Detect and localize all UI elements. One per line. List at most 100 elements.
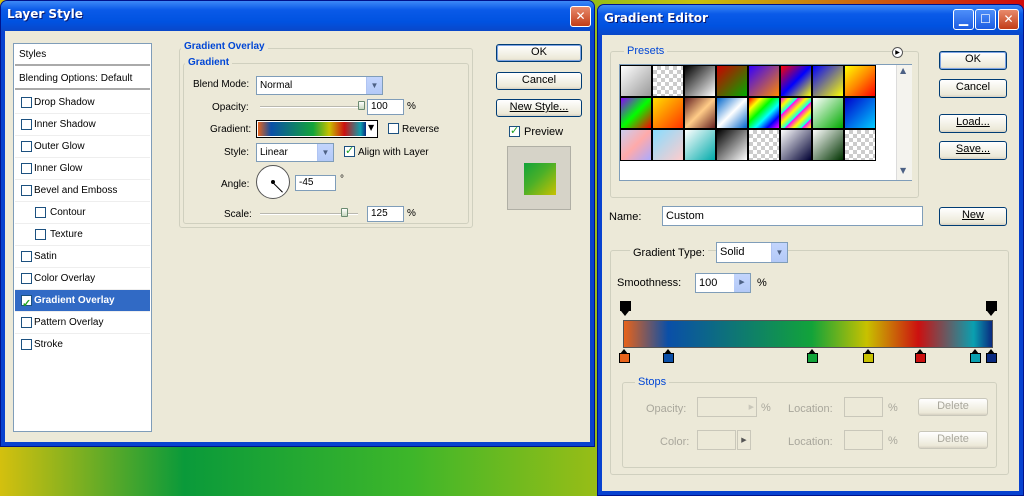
style-bevel-emboss[interactable]: Bevel and Emboss: [15, 180, 150, 202]
close-icon[interactable]: ✕: [998, 9, 1019, 30]
inner-glow-checkbox[interactable]: [21, 163, 32, 174]
ok-button[interactable]: OK: [496, 44, 582, 62]
texture-checkbox[interactable]: [35, 229, 46, 240]
preset-swatch[interactable]: [780, 65, 812, 97]
preset-swatch[interactable]: [812, 65, 844, 97]
preset-swatch[interactable]: [652, 97, 684, 129]
presets-scrollbar[interactable]: ▲ ▼: [896, 65, 912, 180]
preset-swatch[interactable]: [652, 129, 684, 161]
style-contour[interactable]: Contour: [15, 202, 150, 224]
style-color-overlay[interactable]: Color Overlay: [15, 268, 150, 290]
color-stop[interactable]: [915, 349, 926, 363]
preset-swatch[interactable]: [844, 65, 876, 97]
style-texture[interactable]: Texture: [15, 224, 150, 246]
angle-dial[interactable]: [256, 165, 290, 199]
opacity-slider[interactable]: [260, 106, 362, 108]
preset-swatch[interactable]: [684, 129, 716, 161]
scale-input[interactable]: 125: [367, 206, 404, 222]
styles-header[interactable]: Styles: [15, 44, 150, 66]
new-button[interactable]: New: [939, 207, 1007, 226]
color-stop[interactable]: [807, 349, 818, 363]
satin-checkbox[interactable]: [21, 251, 32, 262]
chevron-down-icon[interactable]: ▼: [317, 144, 333, 161]
angle-input[interactable]: -45: [295, 175, 336, 191]
style-inner-shadow[interactable]: Inner Shadow: [15, 114, 150, 136]
close-icon[interactable]: ✕: [570, 6, 591, 27]
color-stop[interactable]: [863, 349, 874, 363]
preset-swatch[interactable]: [844, 129, 876, 161]
drop-shadow-checkbox[interactable]: [21, 97, 32, 108]
scale-slider-thumb[interactable]: [341, 208, 349, 217]
preset-swatch[interactable]: [748, 65, 780, 97]
maximize-icon[interactable]: ☐: [975, 9, 996, 30]
opacity-input[interactable]: 100: [367, 99, 404, 115]
preset-swatch[interactable]: [780, 97, 812, 129]
preset-swatch[interactable]: [716, 65, 748, 97]
preset-swatch[interactable]: [652, 65, 684, 97]
color-stop[interactable]: [663, 349, 674, 363]
style-stroke[interactable]: Stroke: [15, 334, 150, 356]
chevron-down-icon[interactable]: ▼: [366, 77, 382, 94]
chevron-down-icon[interactable]: ▼: [771, 243, 787, 262]
preset-swatch[interactable]: [684, 97, 716, 129]
preset-swatch[interactable]: [812, 129, 844, 161]
minimize-icon[interactable]: ▁: [953, 9, 974, 30]
opacity-stop-right[interactable]: [986, 301, 997, 316]
smoothness-arrow-icon[interactable]: ▶: [734, 274, 750, 292]
preset-swatch[interactable]: [812, 97, 844, 129]
preset-swatch[interactable]: [620, 65, 652, 97]
scroll-up-icon[interactable]: ▲: [900, 66, 906, 75]
cancel-button[interactable]: Cancel: [496, 72, 582, 90]
inner-shadow-checkbox[interactable]: [21, 119, 32, 130]
color-stop[interactable]: [970, 349, 981, 363]
align-with-layer-checkbox[interactable]: [344, 144, 355, 157]
pattern-overlay-checkbox[interactable]: [21, 317, 32, 328]
style-drop-shadow[interactable]: Drop Shadow: [15, 92, 150, 114]
color-stop[interactable]: [619, 349, 630, 363]
reverse-checkbox[interactable]: [388, 123, 399, 134]
layer-style-titlebar[interactable]: Layer Style ✕: [1, 1, 594, 31]
opacity-slider-thumb[interactable]: [358, 101, 365, 110]
blending-options[interactable]: Blending Options: Default: [15, 68, 150, 90]
color-overlay-checkbox[interactable]: [21, 273, 32, 284]
new-style-button[interactable]: New Style...: [496, 99, 582, 117]
preset-swatch[interactable]: [620, 129, 652, 161]
style-outer-glow[interactable]: Outer Glow: [15, 136, 150, 158]
contour-checkbox[interactable]: [35, 207, 46, 218]
preset-swatch[interactable]: [716, 129, 748, 161]
gradient-type-select[interactable]: Solid ▼: [716, 242, 788, 263]
save-button[interactable]: Save...: [939, 141, 1007, 160]
blend-mode-select[interactable]: Normal ▼: [256, 76, 383, 95]
ok-button[interactable]: OK: [939, 51, 1007, 70]
preset-swatch[interactable]: [844, 97, 876, 129]
gradient-editor-titlebar[interactable]: Gradient Editor ▁ ☐ ✕: [598, 5, 1023, 35]
gradient-picker[interactable]: ▼: [256, 120, 378, 138]
preset-swatch[interactable]: [780, 129, 812, 161]
color-stop[interactable]: [986, 349, 997, 363]
preset-swatch[interactable]: [748, 97, 780, 129]
preset-swatch[interactable]: [748, 129, 780, 161]
style-inner-glow[interactable]: Inner Glow: [15, 158, 150, 180]
style-pattern-overlay[interactable]: Pattern Overlay: [15, 312, 150, 334]
outer-glow-checkbox[interactable]: [21, 141, 32, 152]
style-gradient-overlay[interactable]: Gradient Overlay: [15, 290, 150, 315]
preset-swatch[interactable]: [620, 97, 652, 129]
style-satin[interactable]: Satin: [15, 246, 150, 268]
name-input[interactable]: Custom: [662, 206, 923, 226]
style-select[interactable]: Linear ▼: [256, 143, 334, 162]
preset-swatch[interactable]: [684, 65, 716, 97]
bevel-emboss-checkbox[interactable]: [21, 185, 32, 196]
stroke-checkbox[interactable]: [21, 339, 32, 350]
scroll-down-icon[interactable]: ▼: [900, 166, 906, 175]
gradient-preview-swatch[interactable]: [258, 122, 366, 136]
load-button[interactable]: Load...: [939, 114, 1007, 133]
presets-menu-icon[interactable]: ▶: [892, 47, 903, 58]
opacity-stop-left[interactable]: [620, 301, 631, 316]
smoothness-input[interactable]: 100 ▶: [695, 273, 751, 293]
cancel-button[interactable]: Cancel: [939, 79, 1007, 98]
preview-checkbox[interactable]: [509, 124, 520, 137]
gradient-dropdown-arrow-icon[interactable]: ▼: [368, 123, 374, 132]
preset-swatch[interactable]: [716, 97, 748, 129]
gradient-bar[interactable]: [623, 320, 993, 348]
gradient-overlay-checkbox[interactable]: [21, 293, 32, 315]
